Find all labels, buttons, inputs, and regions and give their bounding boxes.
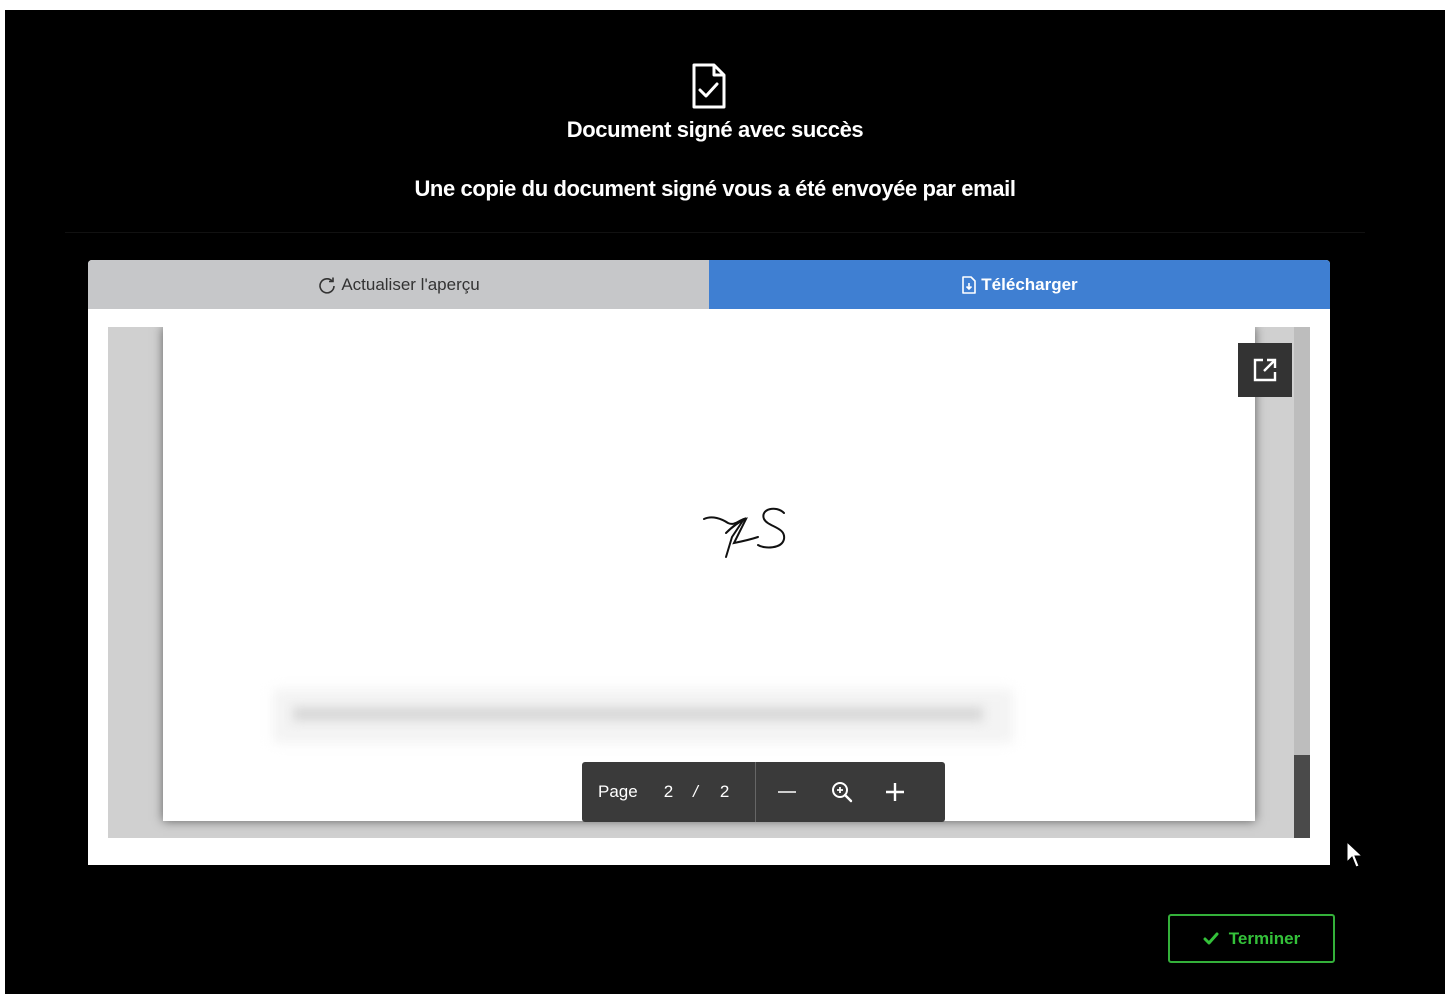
refresh-icon <box>317 275 337 295</box>
open-external-button[interactable] <box>1238 343 1292 397</box>
mouse-cursor-icon <box>1345 840 1365 870</box>
page-title: Document signé avec succès <box>566 117 864 142</box>
zoom-reset-button[interactable] <box>816 762 868 822</box>
pdf-page: Page 2 / 2 <box>163 327 1255 822</box>
page-subtitle: Une copie du document signé vous a été e… <box>414 176 1016 201</box>
divider <box>65 232 1365 233</box>
current-page-input[interactable]: 2 <box>664 782 673 802</box>
check-icon <box>1203 932 1219 946</box>
page-label: Page <box>598 782 638 801</box>
scrollbar-thumb[interactable] <box>1294 755 1310 838</box>
vertical-scrollbar[interactable] <box>1294 327 1310 838</box>
refresh-preview-button[interactable]: Actualiser l'aperçu <box>88 260 709 309</box>
redacted-text-line <box>293 707 983 721</box>
zoom-in-button[interactable] <box>868 762 922 822</box>
plus-icon <box>886 783 905 801</box>
total-pages: 2 <box>719 782 730 801</box>
document-preview-card: Actualiser l'aperçu Télécharger Page 2 /… <box>88 260 1330 865</box>
pdf-viewer[interactable]: Page 2 / 2 <box>108 327 1310 838</box>
download-label: Télécharger <box>981 274 1078 294</box>
zoom-in-icon <box>832 782 853 803</box>
pdf-toolbar: Page 2 / 2 <box>582 762 945 822</box>
minus-icon <box>778 791 797 793</box>
file-download-icon <box>961 275 977 294</box>
document-check-icon <box>688 62 730 110</box>
success-panel: Document signé avec succès Une copie du … <box>5 10 1445 994</box>
signature-image <box>688 497 808 567</box>
finish-button[interactable]: Terminer <box>1168 914 1335 963</box>
zoom-out-button[interactable] <box>758 762 816 822</box>
external-link-icon <box>1253 358 1277 382</box>
preview-tabs: Actualiser l'aperçu Télécharger <box>88 260 1330 309</box>
finish-label: Terminer <box>1228 928 1301 948</box>
refresh-preview-label: Actualiser l'aperçu <box>341 274 480 294</box>
download-button[interactable]: Télécharger <box>709 260 1330 309</box>
toolbar-divider <box>755 762 757 822</box>
page-separator: / <box>693 782 698 801</box>
